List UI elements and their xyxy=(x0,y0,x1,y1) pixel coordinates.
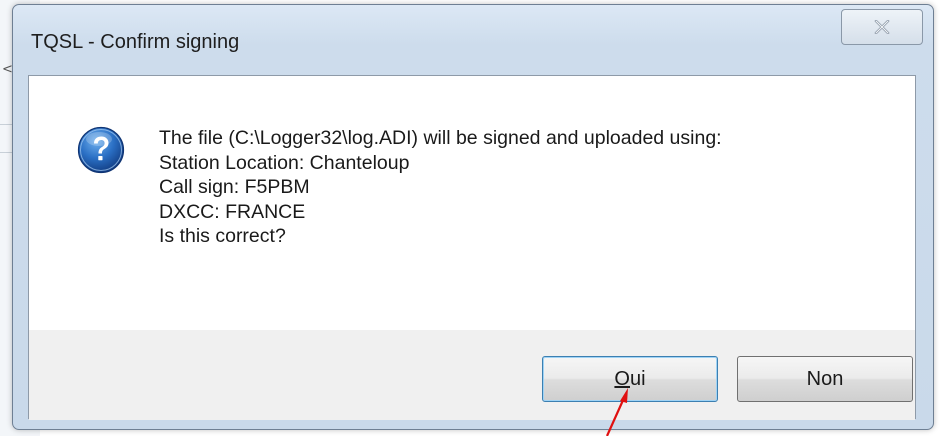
message-line: Is this correct? xyxy=(159,225,286,247)
message-line: Call sign: F5PBM xyxy=(159,176,310,198)
dialog-title: TQSL - Confirm signing xyxy=(31,31,240,53)
confirmation-message: The file (C:\Logger32\log.ADI) will be s… xyxy=(159,126,722,249)
title-bar[interactable]: TQSL - Confirm signing xyxy=(13,5,933,69)
message-line: Station Location: Chanteloup xyxy=(159,151,410,174)
button-bar: Oui Non xyxy=(29,330,915,420)
message-line: DXCC: FRANCE xyxy=(159,200,306,223)
close-button[interactable] xyxy=(841,9,923,45)
confirm-signing-dialog: TQSL - Confirm signing The file (C:\Logg… xyxy=(12,4,934,430)
message-line: The file (C:\Logger32\log.ADI) will be s… xyxy=(159,127,722,149)
close-x-icon xyxy=(874,20,890,34)
dialog-client-area: The file (C:\Logger32\log.ADI) will be s… xyxy=(28,75,916,420)
yes-label-rest: ui xyxy=(629,367,646,390)
no-label: Non xyxy=(806,367,844,390)
yes-button[interactable]: Oui xyxy=(542,356,718,402)
question-icon xyxy=(77,126,125,174)
no-button[interactable]: Non xyxy=(737,356,913,402)
yes-accelerator-key: O xyxy=(614,367,630,390)
message-area: The file (C:\Logger32\log.ADI) will be s… xyxy=(29,76,915,330)
